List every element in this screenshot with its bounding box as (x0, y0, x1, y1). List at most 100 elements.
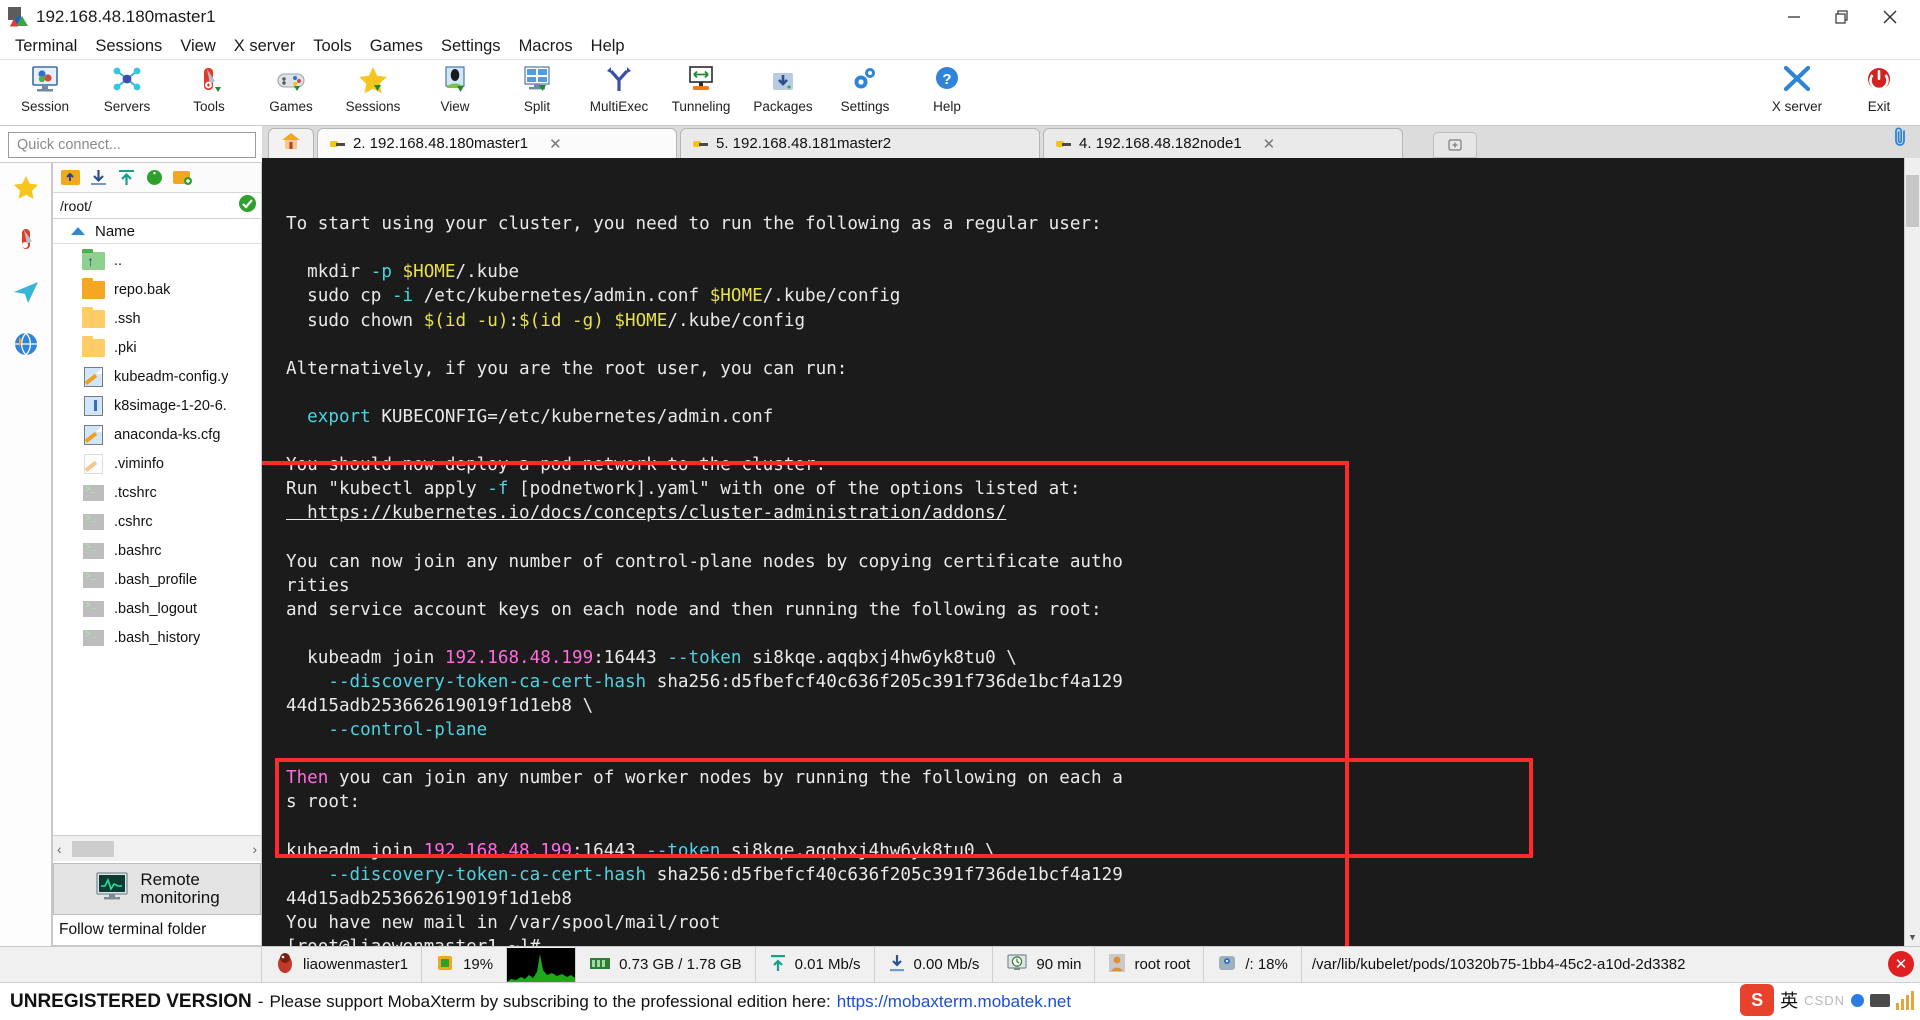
menu-item-games[interactable]: Games (361, 36, 432, 57)
status-download[interactable]: 0.00 Mb/s (875, 947, 994, 982)
tab-192-168-48-180master1[interactable]: 2. 192.168.48.180master1 ✕ (317, 128, 677, 158)
menu-item-settings[interactable]: Settings (432, 36, 510, 57)
tab-192-168-48-182node1[interactable]: 4. 192.168.48.182node1 ✕ (1043, 128, 1403, 158)
menu-item-terminal[interactable]: Terminal (6, 36, 86, 57)
status-cpu[interactable]: 19% (422, 947, 508, 982)
paper-plane-send-icon[interactable] (9, 275, 43, 309)
signal-bars-icon[interactable] (1896, 990, 1914, 1010)
list-item[interactable]: .bash_logout (53, 594, 261, 623)
tab-192-168-48-181master2[interactable]: 5. 192.168.48.181master2 (680, 128, 1040, 158)
list-item[interactable]: .pki (53, 333, 261, 362)
file-list-header[interactable]: Name (53, 219, 261, 244)
blue-dot-icon[interactable] (1851, 993, 1864, 1007)
list-item[interactable]: .. (53, 246, 261, 275)
status-host[interactable]: liaowenmaster1 (262, 947, 423, 982)
scroll-left-arrow[interactable]: ‹ (57, 841, 62, 857)
status-cpu-graph[interactable] (507, 947, 577, 982)
status-uptime[interactable]: 90 min (993, 947, 1096, 982)
file-list[interactable]: .. repo.bak .ssh .pki kubeadm-config.y k… (53, 244, 261, 835)
file-name: anaconda-ks.cfg (114, 426, 221, 443)
follow-terminal-folder-option[interactable]: Follow terminal folder (53, 915, 261, 945)
menu-item-sessions[interactable]: Sessions (86, 36, 171, 57)
toolbar-button-sessions[interactable]: Sessions (332, 60, 414, 124)
globe-browser-icon[interactable] (9, 327, 43, 361)
ime-mode-label[interactable]: 英 (1780, 987, 1798, 1013)
file-name: .viminfo (114, 455, 164, 472)
list-item[interactable]: repo.bak (53, 275, 261, 304)
tab-close-icon[interactable]: ✕ (1263, 135, 1276, 153)
close-red-icon[interactable]: ✕ (1888, 951, 1914, 977)
go-up-folder-icon[interactable] (59, 167, 81, 189)
terminal-span: sudo cp (286, 286, 392, 307)
refresh-icon[interactable] (143, 167, 165, 189)
list-item[interactable]: anaconda-ks.cfg (53, 420, 261, 449)
toolbar-button-settings[interactable]: Settings (824, 60, 906, 124)
terminal-scrollbar[interactable]: ▲ ▼ (1904, 158, 1920, 946)
list-item[interactable]: .bash_history (53, 623, 261, 652)
tab-close-icon[interactable]: ✕ (549, 135, 562, 153)
toolbar-button-tunneling[interactable]: Tunneling (660, 60, 742, 124)
terminal-scrollbar-thumb[interactable] (1906, 175, 1919, 227)
toolbar-button-help[interactable]: ? Help (906, 60, 988, 124)
toolbar-button-servers[interactable]: Servers (86, 60, 168, 124)
menu-item-x-server[interactable]: X server (225, 36, 304, 57)
status-path[interactable]: /var/lib/kubelet/pods/10320b75-1bb4-45c2… (1302, 947, 1884, 982)
paperclip-icon[interactable] (1890, 126, 1910, 153)
scroll-down-arrow[interactable]: ▼ (1905, 930, 1920, 946)
minimize-icon[interactable] (1770, 0, 1818, 34)
list-item[interactable]: .viminfo (53, 449, 261, 478)
list-item[interactable]: k8simage-1-20-6. (53, 391, 261, 420)
status-upload[interactable]: 0.01 Mb/s (756, 947, 875, 982)
toolbar-button-session[interactable]: Session (4, 60, 86, 124)
quick-connect-input[interactable]: Quick connect... (8, 132, 256, 158)
toolbar-button-x-server[interactable]: X server (1756, 60, 1838, 124)
footer-dash: - (257, 991, 264, 1011)
close-icon[interactable] (1866, 0, 1914, 34)
remote-monitoring-button[interactable]: Remote monitoring (53, 863, 261, 915)
new-folder-icon[interactable] (171, 167, 193, 189)
status-user[interactable]: root root (1095, 947, 1205, 982)
download-icon[interactable] (87, 167, 109, 189)
sftp-path-bar[interactable]: /root/ (53, 193, 261, 219)
list-item[interactable]: kubeadm-config.y (53, 362, 261, 391)
home-tab[interactable] (268, 128, 314, 158)
terminal-line: s root: (286, 790, 1920, 814)
star-favorites-icon[interactable] (9, 171, 43, 205)
menu-item-view[interactable]: View (171, 36, 224, 57)
thermometer-tools-icon[interactable] (9, 223, 43, 257)
toolbar-button-games[interactable]: Games (250, 60, 332, 124)
menu-item-help[interactable]: Help (582, 36, 634, 57)
list-item[interactable]: .bash_profile (53, 565, 261, 594)
toolbar-button-multiexec[interactable]: MultiExec (578, 60, 660, 124)
status-disk[interactable]: /: 18% (1204, 947, 1302, 982)
toolbar-button-split[interactable]: Split (496, 60, 578, 124)
scroll-right-arrow[interactable]: › (252, 841, 257, 857)
list-item[interactable]: .cshrc (53, 507, 261, 536)
sogou-ime-icon[interactable]: S (1740, 984, 1775, 1016)
toolbar-button-exit[interactable]: Exit (1838, 60, 1920, 124)
list-item[interactable]: .ssh (53, 304, 261, 333)
status-left-spacer (0, 947, 262, 982)
footer-url-link[interactable]: https://mobaxterm.mobatek.net (837, 992, 1071, 1012)
list-item[interactable]: .tcshrc (53, 478, 261, 507)
scrollbar-thumb[interactable] (71, 840, 114, 857)
file-name: repo.bak (114, 281, 171, 298)
toolbar-button-packages[interactable]: Packages (742, 60, 824, 124)
menu-item-tools[interactable]: Tools (304, 36, 361, 57)
list-item[interactable]: .bashrc (53, 536, 261, 565)
status-bar: liaowenmaster1 19% 0.73 GB / 1.78 GB 0.0… (0, 946, 1920, 982)
terminal-output[interactable]: To start using your cluster, you need to… (262, 158, 1920, 946)
upload-icon[interactable] (115, 167, 137, 189)
menu-item-macros[interactable]: Macros (510, 36, 582, 57)
left-column: Quick connect... /root/ Name ↑ .. repo.b… (0, 126, 262, 946)
toolbar-button-view[interactable]: View (414, 60, 496, 124)
new-tab-button[interactable] (1433, 132, 1477, 158)
file-list-horizontal-scrollbar[interactable]: ‹ › (53, 835, 261, 861)
keyboard-icon[interactable] (1870, 993, 1890, 1007)
status-upload-label: 0.01 Mb/s (794, 956, 861, 973)
restore-icon[interactable] (1818, 0, 1866, 34)
status-memory[interactable]: 0.73 GB / 1.78 GB (576, 947, 756, 982)
toolbar-button-tools[interactable]: Tools (168, 60, 250, 124)
x-server-icon (1781, 63, 1813, 97)
